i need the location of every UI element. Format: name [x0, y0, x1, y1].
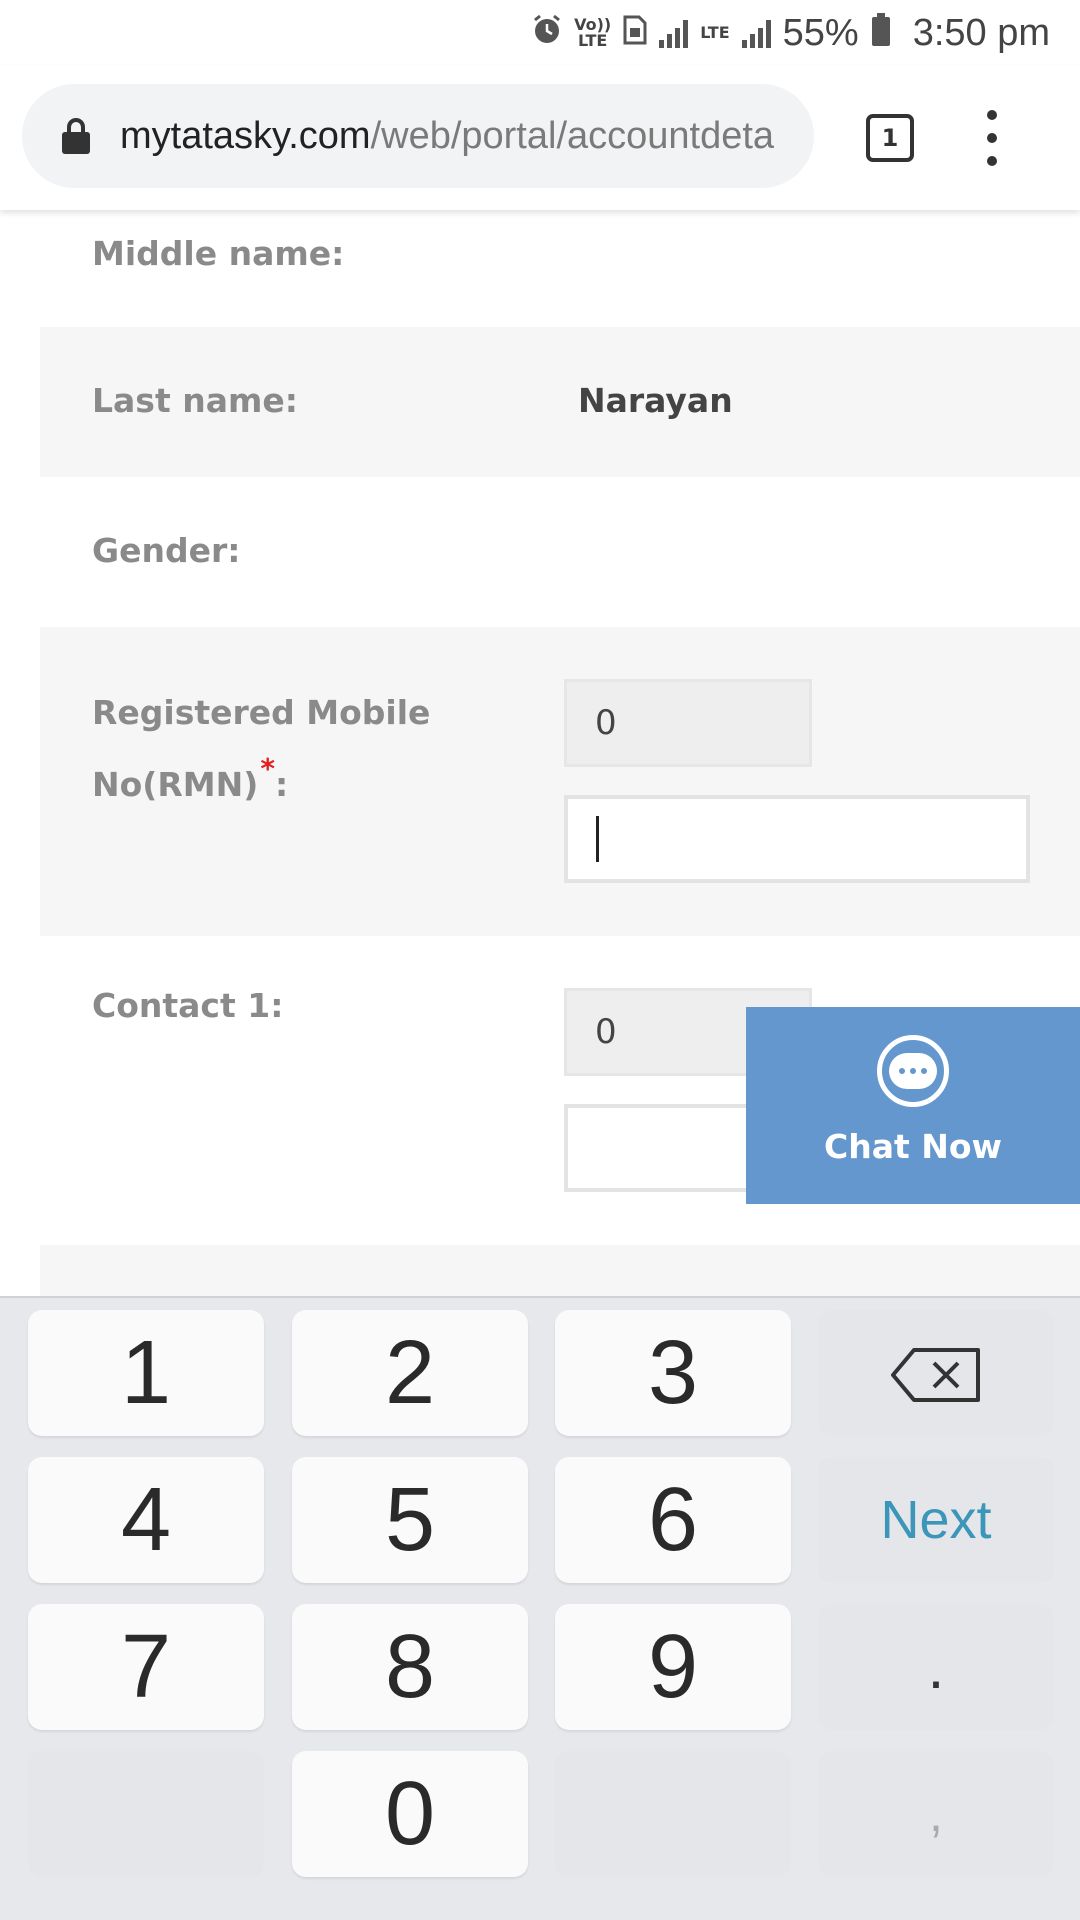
- key-8[interactable]: 8: [292, 1604, 528, 1730]
- backspace-key[interactable]: [818, 1310, 1054, 1436]
- key-6[interactable]: 6: [555, 1457, 791, 1583]
- text-caret: [596, 816, 599, 862]
- tab-switcher-button[interactable]: 1: [866, 114, 914, 162]
- period-key[interactable]: .: [818, 1604, 1054, 1730]
- key-1[interactable]: 1: [28, 1310, 264, 1436]
- key-3[interactable]: 3: [555, 1310, 791, 1436]
- next-key[interactable]: Next: [818, 1457, 1054, 1583]
- lte-icon: LTE: [700, 23, 730, 42]
- url-domain: mytatasky.com: [120, 114, 371, 157]
- more-options-icon[interactable]: [980, 110, 1004, 166]
- last-name-value: Narayan: [578, 381, 733, 420]
- form-row-rmn: Registered Mobile No(RMN)*: 0: [40, 627, 1080, 936]
- signal-icon-1: [659, 18, 689, 48]
- rmn-label-line1: Registered Mobile: [92, 693, 431, 732]
- key-5[interactable]: 5: [292, 1457, 528, 1583]
- chat-now-label: Chat Now: [823, 1127, 1003, 1166]
- clock: 3:50 pm: [912, 11, 1050, 54]
- chat-bubble-icon: [877, 1035, 949, 1107]
- url-text[interactable]: mytatasky.com/web/portal/accountdeta: [120, 115, 774, 158]
- contact1-label: Contact 1:: [92, 986, 284, 1025]
- alarm-icon: [532, 14, 562, 53]
- battery-icon: [871, 12, 891, 54]
- key-2[interactable]: 2: [292, 1310, 528, 1436]
- rmn-code-field[interactable]: 0: [564, 679, 812, 767]
- signal-icon-2: [741, 18, 771, 48]
- required-asterisk: *: [260, 752, 275, 785]
- sim-icon: [623, 15, 647, 52]
- status-bar: Vo)) LTE LTE 55% 3:50 pm: [0, 0, 1080, 66]
- blank-key-right[interactable]: [555, 1751, 791, 1877]
- browser-toolbar: mytatasky.com/web/portal/accountdeta 1: [0, 66, 1080, 210]
- form-row-gender: Gender:: [40, 477, 1080, 627]
- chat-now-button[interactable]: Chat Now: [746, 1007, 1080, 1204]
- key-9[interactable]: 9: [555, 1604, 791, 1730]
- gender-label: Gender:: [92, 531, 241, 570]
- form-row-middle-name: Middle name:: [40, 210, 1080, 327]
- rmn-label: Registered Mobile No(RMN)*:: [92, 693, 431, 804]
- url-path: /web/portal/accountdeta: [370, 114, 775, 157]
- last-name-label: Last name:: [92, 381, 298, 420]
- middle-name-label: Middle name:: [92, 234, 345, 273]
- key-0[interactable]: 0: [292, 1751, 528, 1877]
- blank-key-left[interactable]: [28, 1751, 264, 1877]
- lock-icon: [62, 118, 90, 154]
- battery-percent: 55%: [782, 11, 859, 54]
- backspace-icon: [890, 1322, 982, 1425]
- form-row-last-name: Last name: Narayan: [40, 327, 1080, 477]
- rmn-label-line2: No(RMN): [92, 765, 259, 804]
- rmn-number-input[interactable]: [564, 795, 1030, 883]
- key-4[interactable]: 4: [28, 1457, 264, 1583]
- key-7[interactable]: 7: [28, 1604, 264, 1730]
- numeric-keyboard: 1 2 3 4 5 6 Next 7 8 9 . 0 ,: [0, 1296, 1080, 1920]
- volte-icon: Vo)) LTE: [574, 15, 612, 50]
- comma-key[interactable]: ,: [818, 1751, 1054, 1877]
- address-bar[interactable]: mytatasky.com/web/portal/accountdeta: [22, 84, 814, 188]
